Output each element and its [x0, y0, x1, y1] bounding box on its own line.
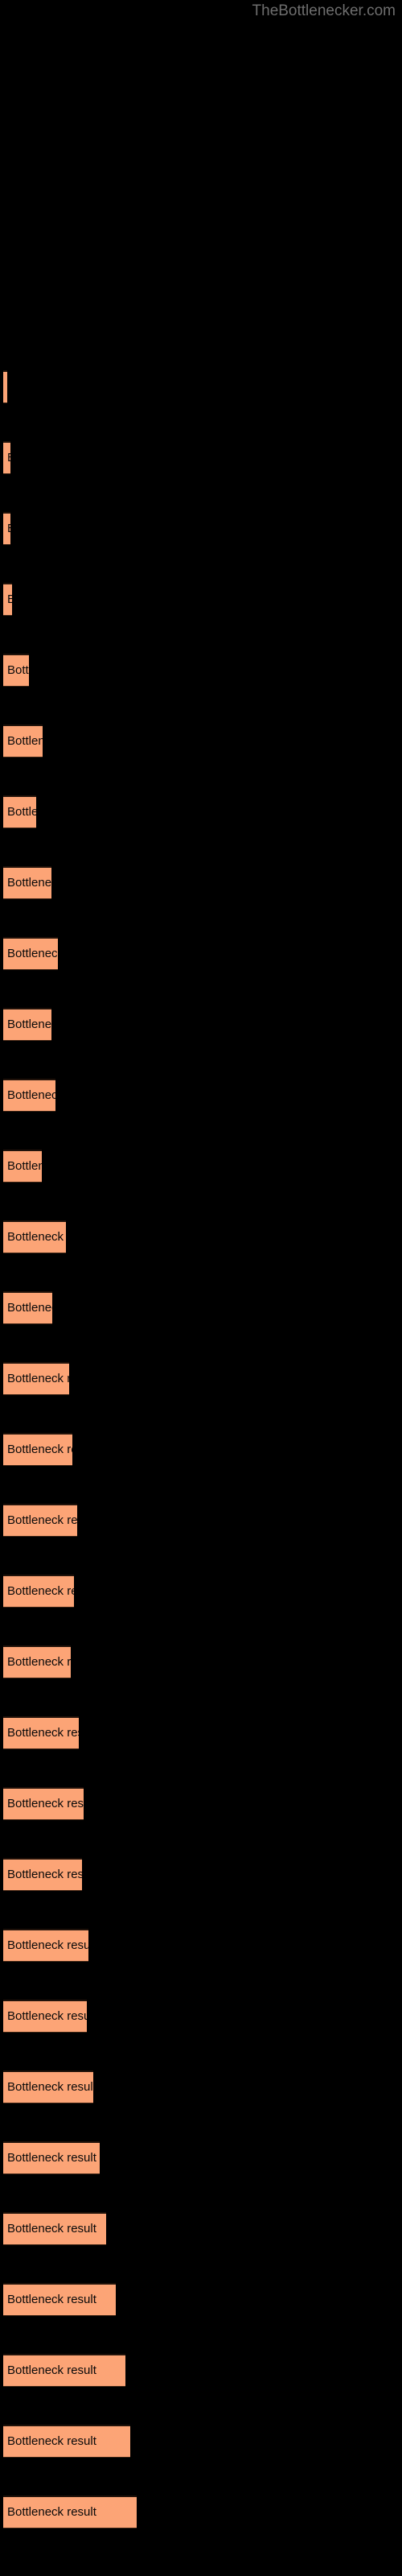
bar: Bottleneck result: [3, 2354, 125, 2387]
bar: Bottleneck result: [3, 2070, 93, 2103]
bar-label: Bottleneck result: [7, 2009, 87, 2023]
bar: Bottleneck result: [3, 866, 51, 899]
bar: Bottleneck result: [3, 583, 12, 616]
bar-label: Bottleneck result: [7, 876, 51, 890]
bar-label: Bottleneck result: [7, 1513, 77, 1527]
bar-label: Bottleneck result: [7, 2363, 96, 2377]
bar-label: Bottleneck result: [7, 734, 43, 748]
bar-chart: Bottleneck result Bottleneck result Bottle…: [0, 0, 402, 2576]
bar: Bottleneck result: [3, 724, 43, 758]
bar-label: Bottleneck result: [7, 1655, 71, 1669]
bar: Bottleneck result: [3, 654, 29, 687]
bar: Bottleneck result: [3, 2283, 116, 2316]
bar-label: Bottleneck result: [7, 2080, 93, 2094]
bar-label: Bottleneck result: [7, 1868, 82, 1881]
bar-label: Bottleneck result: [7, 947, 58, 960]
bar: Bottleneck result: [3, 1150, 42, 1183]
bar-label: Bottleneck result: [7, 805, 36, 819]
bar-label: Bottleneck result: [7, 1230, 66, 1244]
bar-label: Bottleneck result: [7, 663, 29, 677]
bar: Bottleneck result: [3, 441, 10, 474]
bar: Bottleneck result: [3, 1575, 74, 1608]
bar: Bottleneck result: [3, 1362, 69, 1395]
bar: Bottleneck result: [3, 512, 10, 545]
bar: Bottleneck result: [3, 370, 7, 403]
bar: Bottleneck result: [3, 1079, 55, 1112]
bar-label: Bottleneck result: [7, 1726, 79, 1740]
bar-label: Bottleneck result: [7, 1301, 52, 1315]
bar: Bottleneck result: [3, 795, 36, 828]
bar-label: Bottleneck result: [7, 522, 10, 536]
bar: Bottleneck result: [3, 2212, 106, 2245]
bar-label: Bottleneck result: [7, 1584, 74, 1598]
bar: Bottleneck result: [3, 2000, 87, 2033]
bar-label: Bottleneck result: [7, 2293, 96, 2306]
bar: Bottleneck result: [3, 2425, 130, 2458]
bar-label: Bottleneck result: [7, 592, 12, 607]
bar: Bottleneck result: [3, 1716, 79, 1749]
bar: Bottleneck result: [3, 2141, 100, 2174]
bar: Bottleneck result: [3, 1645, 71, 1678]
bar: Bottleneck result: [3, 1504, 77, 1537]
bar: Bottleneck result: [3, 937, 58, 970]
bar-label: Bottleneck result: [7, 1159, 42, 1173]
bar-label: Bottleneck result: [7, 1372, 69, 1385]
bar: Bottleneck result: [3, 1929, 88, 1962]
bar: Bottleneck result: [3, 1291, 52, 1324]
bar-label: Bottleneck result: [7, 2434, 96, 2448]
bar-label: Bottleneck result: [7, 1088, 55, 1102]
bar: Bottleneck result: [3, 1433, 72, 1466]
bar-label: Bottleneck result: [7, 1018, 51, 1031]
bar-label: Bottleneck result: [7, 1443, 72, 1456]
bar-label: Bottleneck result: [7, 451, 10, 465]
bar: Bottleneck result: [3, 1787, 84, 1820]
bar: Bottleneck result: [3, 1220, 66, 1253]
bar: Bottleneck result: [3, 2496, 137, 2529]
bar-label: Bottleneck result: [7, 1797, 84, 1810]
bar-label: Bottleneck result: [7, 2222, 96, 2235]
bar-label: Bottleneck result: [7, 2151, 96, 2165]
bar: Bottleneck result: [3, 1008, 51, 1041]
bar-label: Bottleneck result: [7, 2505, 96, 2519]
bar-label: Bottleneck result: [7, 1938, 88, 1952]
bar: Bottleneck result: [3, 1858, 82, 1891]
